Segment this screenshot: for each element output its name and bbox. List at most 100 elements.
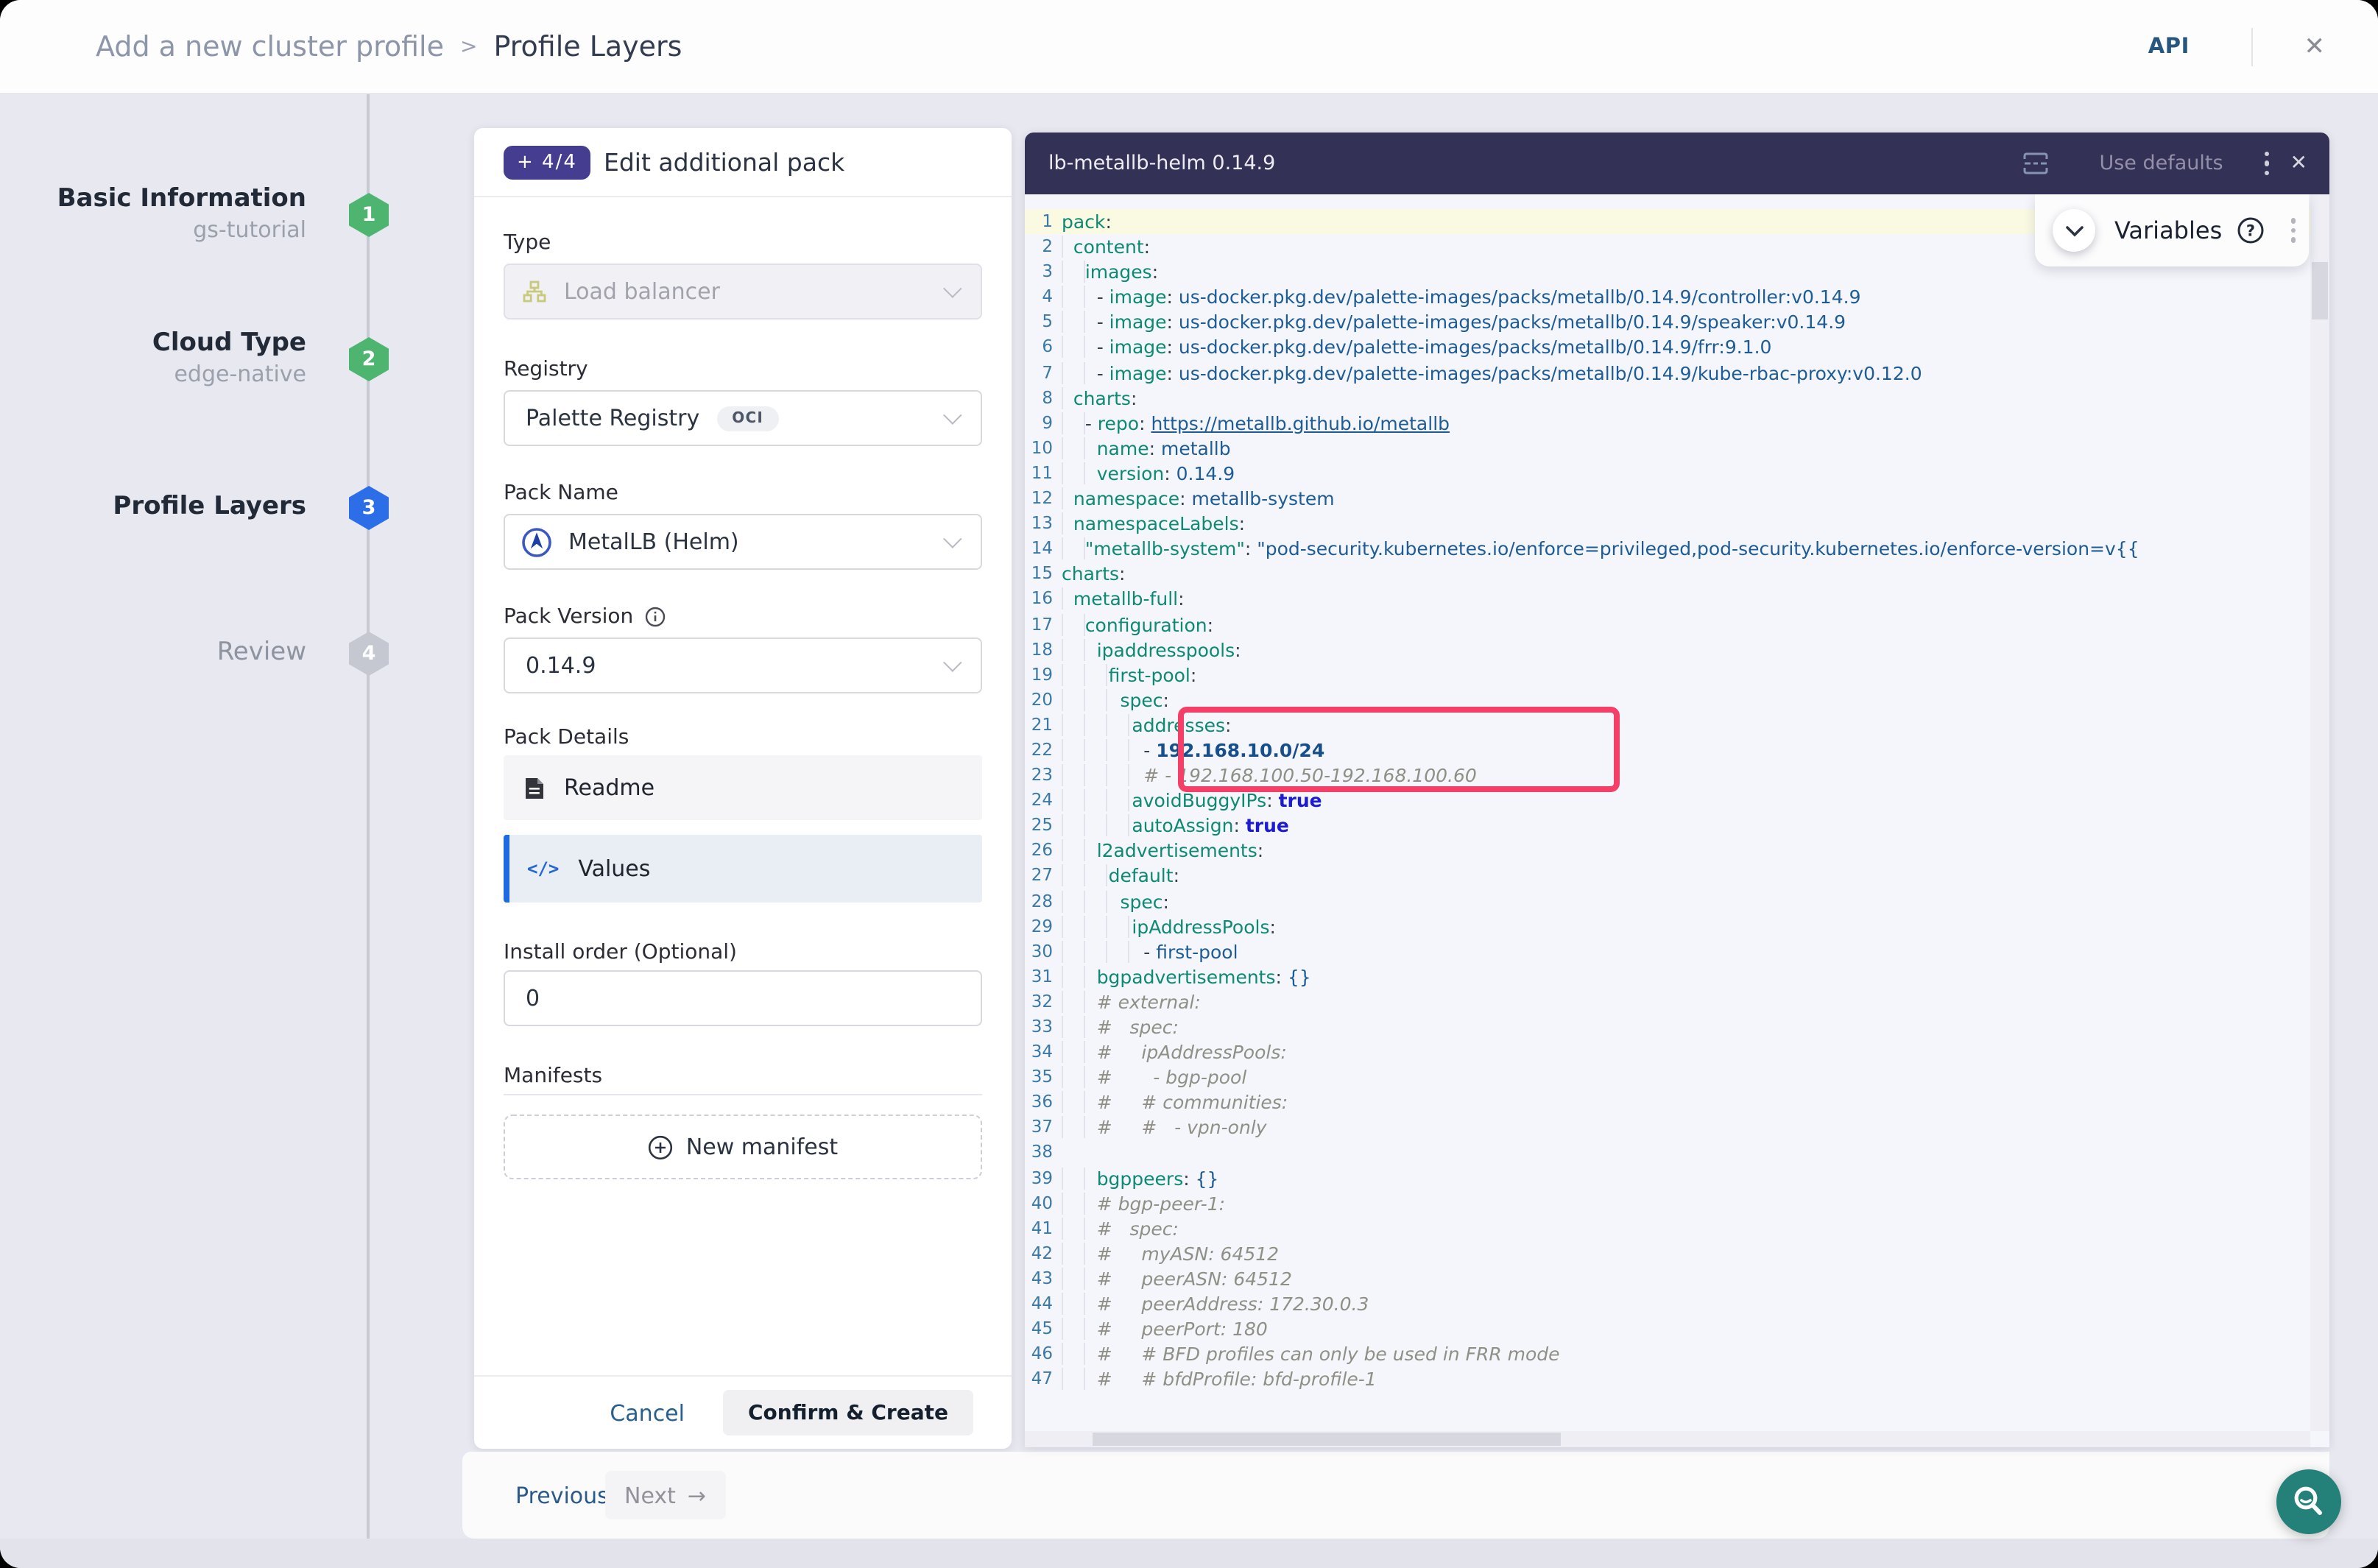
editor-title: lb-metallb-helm 0.14.9 [1048,152,1275,175]
yaml-code-area[interactable]: 1pack:2 content:3 images:4 - image: us-d… [1025,194,2310,1431]
type-label: Type [504,231,551,255]
code-line: 37 # # - vpn-only [1025,1115,2310,1140]
load-balancer-icon [523,280,546,303]
next-button[interactable]: Next → [605,1471,725,1519]
step-hexagon-badge: 1 [349,193,389,237]
line-number: 23 [1031,763,1053,788]
type-select[interactable]: Load balancer [504,264,982,319]
svg-text:?: ? [2246,222,2255,239]
line-number: 34 [1031,1039,1053,1064]
code-line: 9 - repo: https://metallb.github.io/meta… [1025,411,2310,436]
line-number: 32 [1031,989,1053,1014]
line-number: 46 [1031,1341,1053,1366]
line-number: 45 [1031,1316,1053,1341]
editor-kebab-menu-icon[interactable] [2265,152,2270,176]
search-help-button[interactable] [2276,1469,2341,1534]
code-line: 21 addresses: [1025,713,2310,738]
variables-expand-button[interactable] [2053,209,2095,252]
code-line: 40 # bgp-peer-1: [1025,1190,2310,1215]
stepper-step-review[interactable]: Review4 [0,632,392,676]
close-icon[interactable]: ✕ [2304,0,2326,94]
line-number: 3 [1031,259,1053,284]
card-footer: Cancel Confirm & Create [474,1375,1012,1449]
line-number: 27 [1031,864,1053,889]
code-line: 15charts: [1025,562,2310,587]
code-line: 46 # # BFD profiles can only be used in … [1025,1341,2310,1366]
line-number: 41 [1031,1216,1053,1241]
bottom-band [0,1539,2378,1568]
line-number: 16 [1031,587,1053,612]
code-line: 42 # myASN: 64512 [1025,1241,2310,1266]
line-number: 7 [1031,360,1053,385]
line-number: 22 [1031,738,1053,763]
values-tab[interactable]: </> Values [504,835,982,903]
line-number: 26 [1031,838,1053,864]
code-line: 29 ipAddressPools: [1025,914,2310,939]
step-count-badge: + 4/4 [504,146,590,180]
code-line: 33 # spec: [1025,1014,2310,1039]
pack-name-select[interactable]: MetalLB (Helm) [504,514,982,570]
code-line: 10 name: metallb [1025,436,2310,461]
line-number: 39 [1031,1165,1053,1190]
chevron-down-icon [943,653,962,671]
code-line: 26 l2advertisements: [1025,838,2310,864]
code-line: 18 ipaddresspools: [1025,637,2310,662]
line-number: 8 [1031,385,1053,410]
horizontal-scrollbar-thumb[interactable] [1093,1433,1561,1446]
new-manifest-button[interactable]: New manifest [504,1115,982,1179]
install-order-input[interactable]: 0 [504,970,982,1026]
previous-button[interactable]: Previous [515,1452,609,1539]
line-number: 21 [1031,713,1053,738]
manifests-divider [504,1094,982,1095]
readme-tab[interactable]: Readme [504,755,982,820]
variables-kebab-menu-icon[interactable] [2290,219,2296,243]
line-number: 36 [1031,1090,1053,1115]
line-number: 11 [1031,461,1053,486]
editor-close-icon[interactable]: ✕ [2290,152,2307,175]
install-order-label: Install order (Optional) [504,941,737,964]
manifests-label: Manifests [504,1064,602,1088]
code-line: 41 # spec: [1025,1216,2310,1241]
code-line: 20 spec: [1025,688,2310,713]
horizontal-scrollbar[interactable] [1025,1431,2310,1447]
code-line: 19 first-pool: [1025,662,2310,687]
confirm-create-button[interactable]: Confirm & Create [723,1390,973,1435]
registry-select[interactable]: Palette Registry OCI [504,390,982,446]
line-number: 29 [1031,914,1053,939]
stepper-step-cloud-type[interactable]: Cloud Typeedge-native2 [0,337,392,381]
code-line: 32 # external: [1025,989,2310,1014]
use-defaults-button[interactable]: Use defaults [2099,152,2223,175]
code-icon: </> [527,858,559,879]
chevron-down-icon [943,529,962,548]
code-line: 22 - 192.168.10.0/24 [1025,738,2310,763]
type-value: Load balancer [564,278,720,305]
line-number: 25 [1031,813,1053,838]
registry-value: Palette Registry [526,405,699,431]
line-number: 44 [1031,1291,1053,1316]
code-line: 14 "metallb-system": "pod-security.kuber… [1025,536,2310,561]
breadcrumb-parent[interactable]: Add a new cluster profile [96,31,444,63]
stepper-step-profile-layers[interactable]: Profile Layers3 [0,486,392,530]
breadcrumb: Add a new cluster profile > Profile Laye… [96,0,682,94]
code-line: 23 # - 192.168.100.50-192.168.100.60 [1025,763,2310,788]
step-subtitle: edge-native [12,359,306,389]
help-circle-icon[interactable]: ? [2237,216,2265,244]
line-number: 30 [1031,939,1053,964]
vertical-scrollbar-thumb[interactable] [2312,262,2328,319]
line-number: 5 [1031,310,1053,335]
cancel-button[interactable]: Cancel [610,1399,685,1426]
step-hexagon-badge: 3 [349,486,389,530]
vertical-scrollbar[interactable] [2310,194,2329,1431]
diff-view-icon[interactable] [2021,152,2049,175]
stepper-step-basic-information[interactable]: Basic Informationgs-tutorial1 [0,193,392,237]
pack-version-select[interactable]: 0.14.9 [504,638,982,693]
document-icon [524,775,545,800]
line-number: 18 [1031,637,1053,662]
line-number: 15 [1031,562,1053,587]
line-number: 43 [1031,1266,1053,1291]
info-icon[interactable] [645,607,666,627]
line-number: 38 [1031,1140,1053,1165]
step-subtitle: gs-tutorial [12,215,306,244]
code-line: 39 bgppeers: {} [1025,1165,2310,1190]
api-button[interactable]: API [2148,0,2190,94]
